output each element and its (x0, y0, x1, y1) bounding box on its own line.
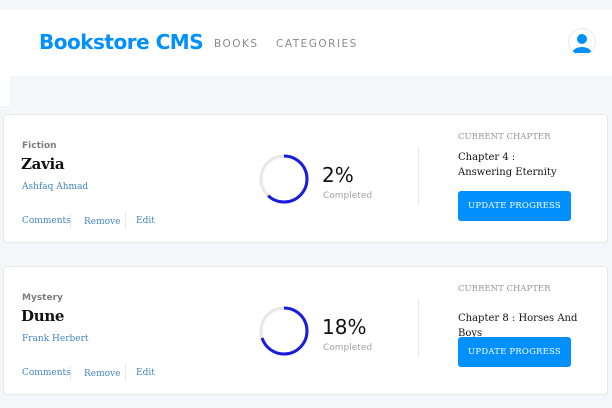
remove-button[interactable]: Remove (84, 369, 120, 379)
action-divider (125, 365, 126, 381)
edit-button[interactable]: Edit (136, 216, 155, 226)
edit-button[interactable]: Edit (136, 368, 155, 378)
progress-percent: 2% (322, 163, 354, 187)
nav-categories[interactable]: CATEGORIES (276, 38, 358, 50)
section-divider (418, 299, 419, 357)
comments-button[interactable]: Comments (22, 368, 71, 378)
update-progress-button[interactable]: UPDATE PROGRESS (458, 337, 571, 367)
current-chapter: Chapter 4 : Answering Eternity (458, 152, 557, 178)
book-title: Zavia (21, 155, 65, 173)
action-divider (70, 365, 71, 381)
book-genre: Fiction (22, 141, 57, 151)
book-title: Dune (21, 307, 65, 325)
book-genre: Mystery (22, 293, 63, 303)
current-chapter-label: CURRENT CHAPTER (458, 132, 551, 142)
app-header: Bookstore CMS BOOKS CATEGORIES (10, 10, 612, 76)
book-card: Fiction Zavia Ashfaq Ahmad Comments Remo… (3, 114, 608, 243)
user-avatar-icon[interactable] (568, 28, 596, 56)
action-divider (125, 213, 126, 229)
update-progress-button[interactable]: UPDATE PROGRESS (458, 191, 571, 221)
completed-label: Completed (323, 343, 373, 353)
progress-percent: 18% (322, 315, 367, 339)
progress-ring (259, 306, 309, 356)
action-divider (70, 213, 71, 229)
header-edge (0, 10, 10, 106)
completed-label: Completed (323, 191, 373, 201)
book-card: Mystery Dune Frank Herbert Comments Remo… (3, 266, 608, 395)
nav-books[interactable]: BOOKS (214, 38, 259, 50)
book-author[interactable]: Frank Herbert (22, 334, 89, 344)
progress-ring (259, 154, 309, 204)
app-logo[interactable]: Bookstore CMS (39, 30, 204, 54)
section-divider (418, 147, 419, 205)
current-chapter-label: CURRENT CHAPTER (458, 284, 551, 294)
comments-button[interactable]: Comments (22, 216, 71, 226)
remove-button[interactable]: Remove (84, 217, 120, 227)
book-author[interactable]: Ashfaq Ahmad (22, 182, 88, 192)
